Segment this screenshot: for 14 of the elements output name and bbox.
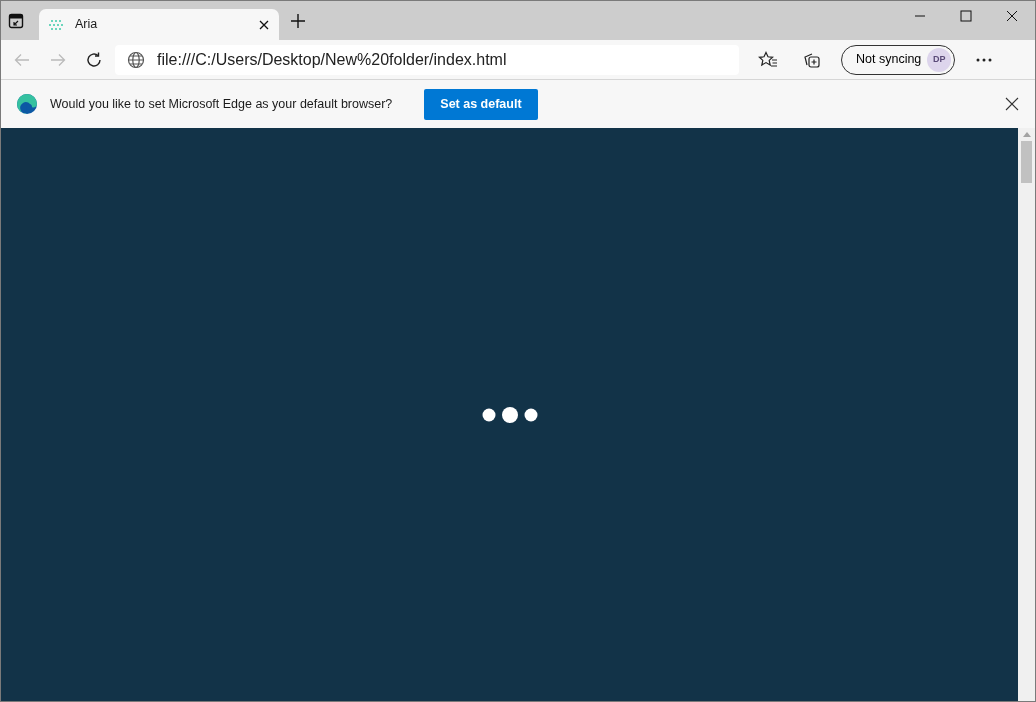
address-bar[interactable]: file:///C:/Users/Desktop/New%20folder/index.html	[115, 44, 739, 75]
browser-tab[interactable]: Aria	[39, 9, 279, 40]
avatar: DP	[927, 47, 952, 72]
scroll-up-icon[interactable]	[1022, 132, 1031, 137]
globe-icon	[127, 50, 145, 69]
scrollbar[interactable]	[1018, 128, 1035, 701]
loading-dots-icon	[481, 406, 538, 423]
browser-logo-icon	[16, 93, 38, 115]
scroll-thumb[interactable]	[1021, 141, 1032, 183]
sync-status: Not syncing	[856, 51, 922, 69]
infobar-message: Would you like to set Microsoft Edge as your default browser?	[50, 95, 393, 113]
set-default-button[interactable]: Set as default	[424, 88, 538, 120]
close-tab-icon[interactable]	[259, 19, 269, 30]
site-icon	[49, 18, 63, 31]
